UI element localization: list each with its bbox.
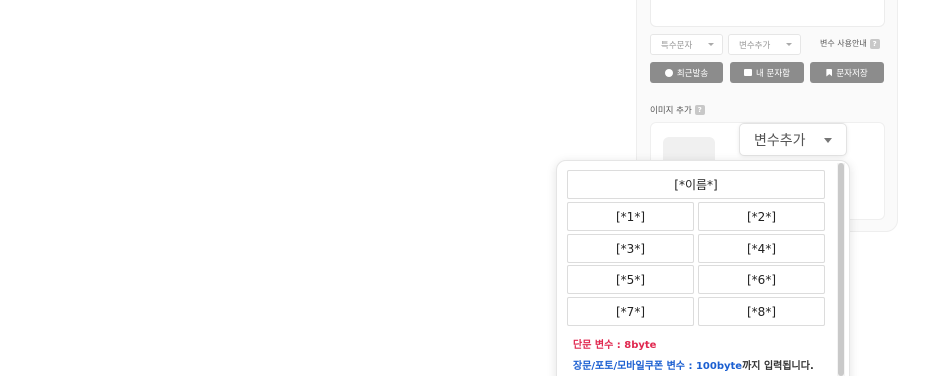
- image-add-label: 이미지 추가: [650, 106, 692, 116]
- var-option-3[interactable]: [*3*]: [567, 234, 694, 263]
- long-var-note-value: 100byte: [695, 361, 743, 372]
- folder-icon: [744, 69, 752, 76]
- var-guide-label: 변수 사용안내: [820, 39, 867, 48]
- long-var-note: 장문/포토/모바일쿠폰 변수 : 100byte까지 입력됩니다.: [573, 357, 814, 372]
- var-guide-link[interactable]: 변수 사용안내 ?: [820, 38, 880, 49]
- recent-sent-label: 최근발송: [676, 68, 709, 79]
- scrollbar-thumb[interactable]: [838, 163, 844, 376]
- short-var-note: 단문 변수 : 8byte: [573, 336, 656, 351]
- var-option-2[interactable]: [*2*]: [698, 202, 825, 231]
- var-option-8[interactable]: [*8*]: [698, 297, 825, 326]
- long-var-note-suffix: 까지 입력됩니다.: [742, 361, 814, 372]
- short-var-note-prefix: 단문 변수 :: [573, 340, 625, 351]
- var-option-name[interactable]: [*이름*]: [567, 170, 825, 199]
- special-chars-label: 특수문자: [661, 40, 693, 51]
- help-icon[interactable]: ?: [869, 38, 880, 49]
- var-add-small-select[interactable]: 변수추가: [728, 34, 801, 55]
- var-option-6[interactable]: [*6*]: [698, 265, 825, 294]
- long-var-note-prefix: 장문/포토/모바일쿠폰 변수 :: [573, 361, 696, 372]
- help-icon[interactable]: ?: [694, 105, 705, 115]
- recent-sent-button[interactable]: 최근발송: [650, 62, 723, 83]
- var-option-7[interactable]: [*7*]: [567, 297, 694, 326]
- my-messages-label: 내 문자함: [756, 68, 790, 79]
- save-message-button[interactable]: 문자저장: [810, 62, 884, 83]
- bookmark-icon: [826, 68, 833, 77]
- dropdown-scrollbar[interactable]: [837, 163, 845, 376]
- chevron-down-icon: [786, 43, 792, 46]
- var-option-4[interactable]: [*4*]: [698, 234, 825, 263]
- chevron-down-icon: [708, 43, 714, 46]
- special-chars-select[interactable]: 특수문자: [650, 34, 723, 55]
- var-option-5[interactable]: [*5*]: [567, 265, 694, 294]
- image-add-heading: 이미지 추가 ?: [650, 104, 705, 116]
- save-message-label: 문자저장: [836, 68, 868, 79]
- short-var-note-value: 8byte: [624, 340, 657, 351]
- var-add-small-label: 변수추가: [739, 40, 771, 51]
- clock-icon: [664, 68, 673, 77]
- message-textarea[interactable]: [650, 0, 885, 27]
- my-messages-button[interactable]: 내 문자함: [730, 62, 804, 83]
- chevron-down-icon: [824, 138, 832, 143]
- var-option-1[interactable]: [*1*]: [567, 202, 694, 231]
- variable-add-label: 변수추가: [754, 132, 806, 149]
- variable-add-select[interactable]: 변수추가: [739, 123, 847, 156]
